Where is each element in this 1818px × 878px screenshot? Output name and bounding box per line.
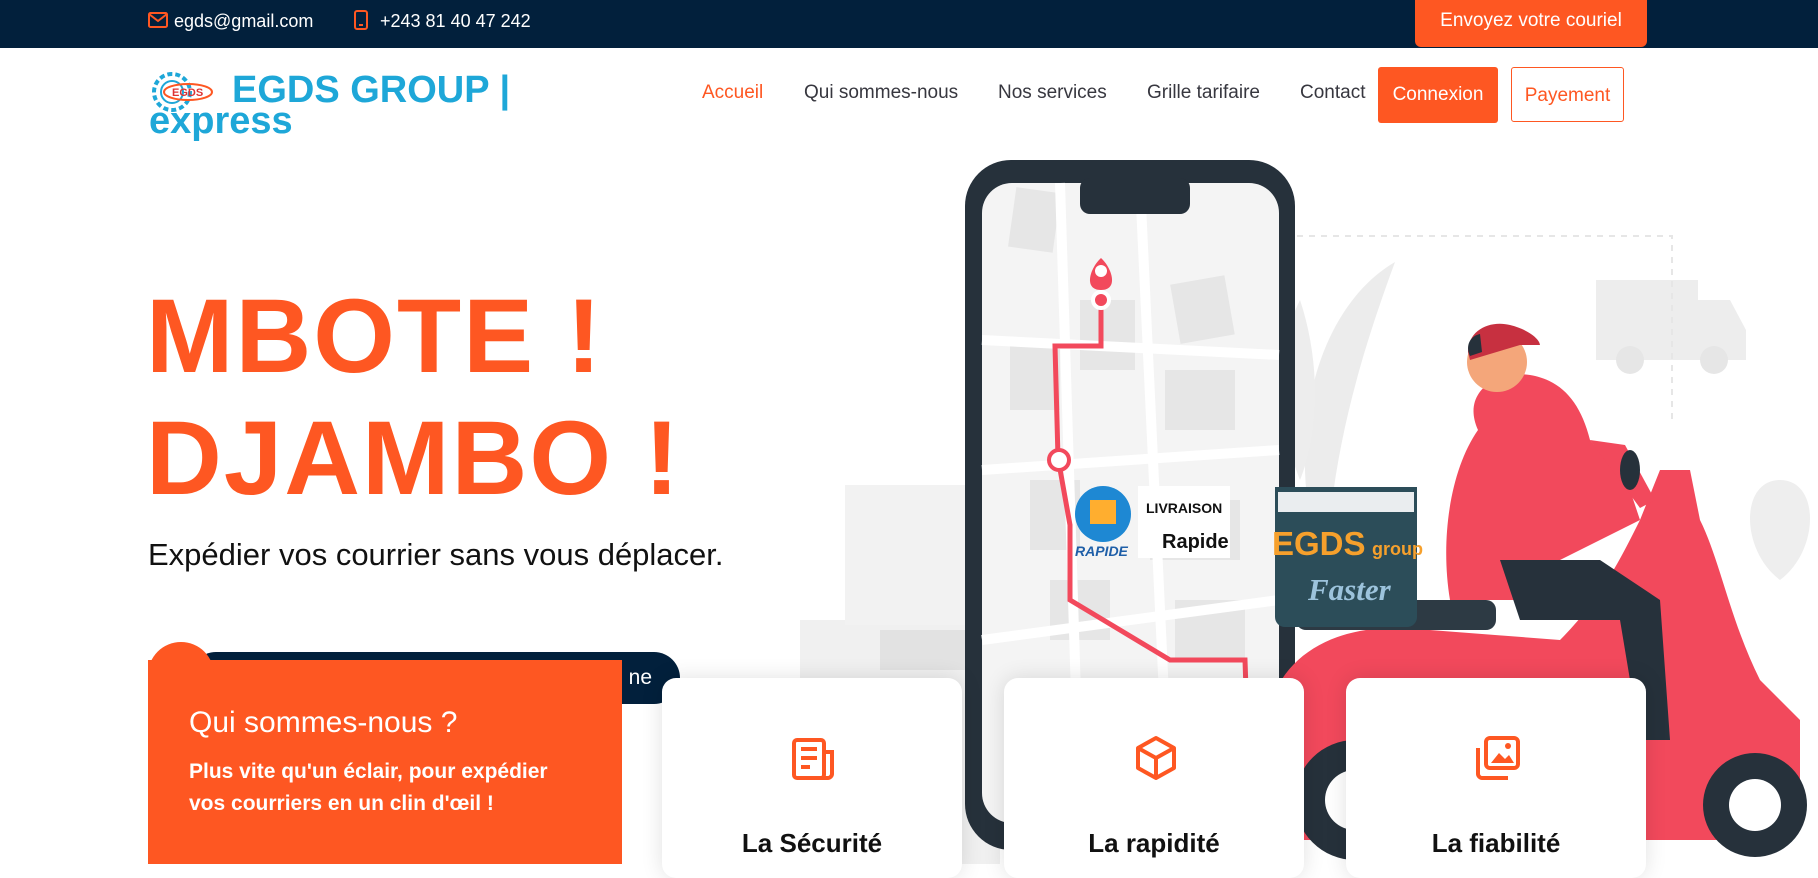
nav-qui-sommes-nous[interactable]: Qui sommes-nous <box>804 82 958 104</box>
topbar-phone[interactable]: +243 81 40 47 242 <box>354 0 531 48</box>
email-text: egds@gmail.com <box>174 11 314 31</box>
phone-icon <box>354 10 368 31</box>
about-card-corner <box>148 642 214 682</box>
images-icon <box>1476 736 1520 780</box>
topbar-email[interactable]: egds@gmail.com <box>148 0 313 48</box>
top-bar: egds@gmail.com +243 81 40 47 242 Envoyez… <box>0 0 1818 48</box>
brand-subname[interactable]: express <box>149 100 293 143</box>
about-title: Qui sommes-nous ? <box>189 706 458 739</box>
nav-accueil[interactable]: Accueil <box>702 82 763 104</box>
login-button[interactable]: Connexion <box>1378 67 1498 123</box>
box-tagline-text: Faster <box>1307 572 1392 607</box>
payment-button[interactable]: Payement <box>1511 67 1624 122</box>
about-card: Qui sommes-nous ? Plus vite qu'un éclair… <box>148 642 622 864</box>
nav-nos-services[interactable]: Nos services <box>998 82 1107 104</box>
feature-label-fiabilite: La fiabilité <box>1431 828 1561 858</box>
send-mail-button[interactable]: Envoyez votre couriel <box>1415 0 1647 47</box>
hero-cta-text: ne <box>628 666 652 689</box>
logo-emblem-text: EGDS <box>172 87 203 99</box>
hero-subtitle: Expédier vos courrier sans vous déplacer… <box>148 537 724 572</box>
newspaper-icon <box>792 738 834 780</box>
livraison-label: LIVRAISON <box>1146 500 1222 516</box>
feature-card-fiabilite[interactable]: La fiabilité <box>1346 678 1646 878</box>
rapide-logo-text: RAPIDE <box>1075 543 1129 559</box>
feature-card-rapidite[interactable]: La rapidité <box>1004 678 1304 878</box>
feature-card-securite[interactable]: La Sécurité <box>662 678 962 878</box>
nav-grille-tarifaire[interactable]: Grille tarifaire <box>1147 82 1260 104</box>
box-group-text: group <box>1372 539 1423 559</box>
box-brand-text: EGDS <box>1272 525 1366 562</box>
feature-label-rapidite: La rapidité <box>1088 828 1220 858</box>
livraison-rapide-badge: LIVRAISON Rapide RAPIDE <box>1075 486 1230 559</box>
hero-title: MBOTE ! DJAMBO ! <box>146 276 681 520</box>
rapide-label: Rapide <box>1162 531 1229 553</box>
about-text: Plus vite qu'un éclair, pour expédier vo… <box>189 760 548 815</box>
phone-text: +243 81 40 47 242 <box>380 11 531 31</box>
nav-contact[interactable]: Contact <box>1300 82 1365 104</box>
envelope-icon <box>148 12 168 29</box>
hero-title-line1: MBOTE ! <box>146 278 604 395</box>
hero-title-line2: DJAMBO ! <box>146 400 682 517</box>
feature-label-securite: La Sécurité <box>741 828 883 858</box>
cube-icon <box>1136 736 1176 780</box>
